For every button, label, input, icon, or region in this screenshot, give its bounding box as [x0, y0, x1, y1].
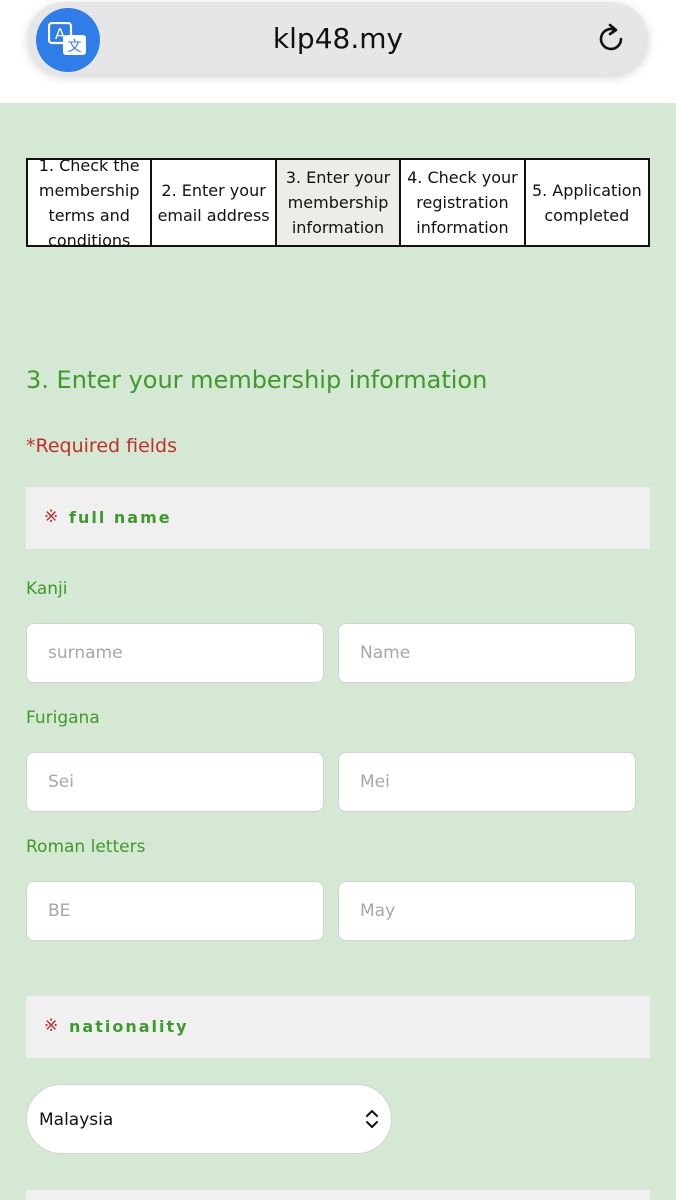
kanji-label: Kanji — [26, 579, 68, 599]
full-name-header: ※ full name — [26, 487, 650, 549]
step-application-completed: 5. Application completed — [525, 160, 649, 245]
roman-letters-label: Roman letters — [26, 837, 146, 857]
step-check-terms: 1. Check the membership terms and condit… — [28, 160, 153, 245]
browser-top-bar: A 文 klp48.my — [0, 0, 676, 103]
kanji-surname-input[interactable] — [26, 623, 324, 683]
progress-steps: 1. Check the membership terms and condit… — [26, 158, 650, 247]
step-enter-email: 2. Enter your email address — [152, 160, 277, 245]
furigana-mei-input[interactable] — [338, 752, 636, 812]
furigana-sei-input[interactable] — [26, 752, 324, 812]
roman-last-name-input[interactable] — [26, 881, 324, 941]
roman-first-name-input[interactable] — [338, 881, 636, 941]
kanji-name-input[interactable] — [338, 623, 636, 683]
reload-button[interactable] — [594, 22, 628, 56]
required-mark: ※ — [44, 1016, 59, 1035]
nationality-select[interactable]: Malaysia — [26, 1084, 392, 1154]
next-field-header — [26, 1190, 650, 1200]
required-fields-note: *Required fields — [26, 435, 177, 457]
chevron-up-down-icon — [366, 1110, 378, 1128]
nationality-header: ※ nationality — [26, 996, 650, 1058]
step-membership-info: 3. Enter your membership information — [276, 160, 402, 245]
nationality-label: nationality — [69, 1017, 189, 1036]
address-bar[interactable]: A 文 klp48.my — [28, 2, 648, 74]
full-name-label: full name — [69, 508, 172, 527]
step-check-registration: 4. Check your registration information — [401, 160, 526, 245]
url-text[interactable]: klp48.my — [28, 22, 648, 55]
section-title: 3. Enter your membership information — [26, 366, 488, 394]
nationality-selected-value: Malaysia — [39, 1110, 114, 1130]
reload-icon — [599, 23, 623, 51]
furigana-label: Furigana — [26, 708, 100, 728]
required-mark: ※ — [44, 507, 59, 526]
